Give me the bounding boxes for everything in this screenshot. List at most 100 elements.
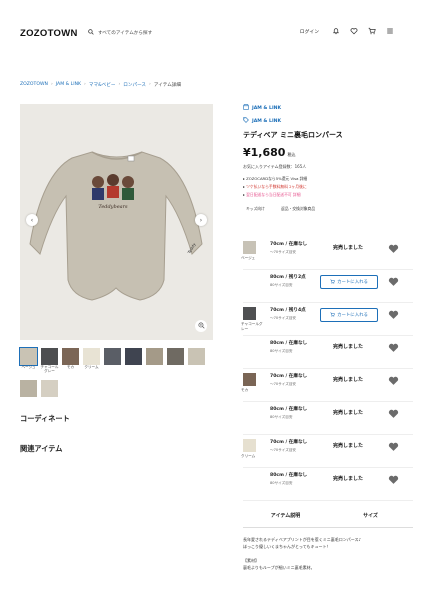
promo-tsukebarai[interactable]: ▸ ツケ払いなら手数料無料 2ヶ月後に xyxy=(243,183,413,191)
favorite-heart-icon[interactable] xyxy=(388,408,399,419)
tab-item-description[interactable]: アイテム説明 xyxy=(243,512,328,527)
header-actions: ログイン xyxy=(300,27,394,35)
tag-icon xyxy=(243,117,249,125)
tab-size[interactable]: サイズ xyxy=(328,512,413,527)
brand-link[interactable]: JAM & LINK xyxy=(243,104,413,112)
breadcrumb: ZOZOTOWN › JAM & LINK › ママ&ベビー › ロンパース › アイテ… xyxy=(20,82,181,88)
thumbnail[interactable] xyxy=(146,348,163,365)
cart-icon[interactable] xyxy=(368,27,376,35)
breadcrumb-item[interactable]: ZOZOTOWN xyxy=(20,82,48,88)
size-guide: 80サイズ目安 xyxy=(270,415,293,419)
chevron-left-icon: ‹ xyxy=(30,216,34,224)
item-description: 長年愛されるテディベアプリントが目を惹くミニ裏毛ロンパース♪ ほっこり優しいくま… xyxy=(243,536,413,571)
thumbnail[interactable]: ベージュ xyxy=(19,347,38,369)
bell-icon[interactable] xyxy=(332,27,340,35)
thumbnail[interactable]: クリーム xyxy=(83,348,100,369)
promo-zozocard[interactable]: ▸ ZOZOCARDなら5%還元 Visa 詳細 xyxy=(243,175,413,183)
add-to-cart-button[interactable]: カートに入れる xyxy=(320,275,378,289)
sku-row: クリーム 70cm / 在庫なし 〜70サイズ目安 完売しました xyxy=(241,435,413,468)
sku-color-group: チャコールグレー 70cm / 残り4点 〜70サイズ目安 カートに入れる 80cm /… xyxy=(241,303,413,369)
sku-color-group: ベージュ 70cm / 在庫なし 〜70サイズ目安 完売しました 80cm / 残り2点… xyxy=(241,237,413,303)
sold-out-label: 完売しました xyxy=(333,245,364,251)
favorite-heart-icon[interactable] xyxy=(388,375,399,386)
breadcrumb-current: アイテム詳細 xyxy=(153,83,181,88)
favorite-heart-icon[interactable] xyxy=(388,309,399,320)
next-image-button[interactable]: › xyxy=(195,214,207,226)
add-to-cart-label: カートに入れる xyxy=(337,313,368,318)
shop-icon xyxy=(243,104,249,112)
size-stock: 80cm / 在庫なし xyxy=(270,407,308,412)
thumbnail[interactable] xyxy=(20,380,37,397)
brand-name[interactable]: JAM & LINK xyxy=(252,106,281,111)
thumbnail-label: ベージュ xyxy=(21,365,36,369)
product-tags: キッズ向け 返品・交換対象商品 xyxy=(243,204,413,214)
favorite-heart-icon[interactable] xyxy=(388,441,399,452)
romper-illustration: Teddybears Teddy xyxy=(20,104,213,340)
size-guide: 80サイズ目安 xyxy=(270,349,293,353)
cart-icon xyxy=(330,279,335,286)
size-stock: 70cm / 在庫なし xyxy=(270,242,308,247)
breadcrumb-item[interactable]: ママ&ベビー xyxy=(89,82,116,88)
heart-icon[interactable] xyxy=(350,27,358,35)
color-name: クリーム xyxy=(241,454,256,458)
promo-list: ▸ ZOZOCARDなら5%還元 Visa 詳細 ▸ ツケ払いなら手数料無料 2… xyxy=(243,175,413,199)
sku-row: 80cm / 在庫なし 80サイズ目安 完売しました xyxy=(243,402,413,435)
thumbnail[interactable] xyxy=(104,348,121,365)
brand-shop-link[interactable]: JAM & LINK xyxy=(243,117,413,125)
favorite-count: お気に入りアイテム登録数：165人 xyxy=(243,164,307,169)
favorite-heart-icon[interactable] xyxy=(388,243,399,254)
login-link[interactable]: ログイン xyxy=(300,28,319,35)
favorite-heart-icon[interactable] xyxy=(388,276,399,287)
color-swatch xyxy=(243,307,256,320)
add-to-cart-button[interactable]: カートに入れる xyxy=(320,308,378,322)
thumbnail-label: モカ xyxy=(66,365,75,369)
thumbnail[interactable]: モカ xyxy=(62,348,79,369)
thumbnail-label: クリーム xyxy=(84,365,99,369)
sku-color-group: クリーム 70cm / 在庫なし 〜70サイズ目安 完売しました 80cm / 在庫なし… xyxy=(241,435,413,501)
thumbnail[interactable] xyxy=(41,380,58,397)
breadcrumb-item[interactable]: ロンパース xyxy=(123,82,146,88)
thumbnail[interactable]: チャコールグレー xyxy=(41,348,58,373)
sku-color-group: モカ 70cm / 在庫なし 〜70サイズ目安 完売しました 80cm / 在庫なし 80… xyxy=(241,369,413,435)
size-guide: 〜70サイズ目安 xyxy=(270,382,297,386)
thumbnail[interactable] xyxy=(167,348,184,365)
sold-out-label: 完売しました xyxy=(333,476,364,482)
sold-out-label: 完売しました xyxy=(333,443,364,449)
sku-row: 80cm / 在庫なし 80サイズ目安 完売しました xyxy=(243,336,413,369)
product-title: テディベア ミニ裏毛ロンパース xyxy=(243,131,343,139)
sold-out-label: 完売しました xyxy=(333,410,364,416)
color-name: モカ xyxy=(241,388,249,392)
size-stock: 80cm / 在庫なし xyxy=(270,341,308,346)
color-name: チャコールグレー xyxy=(241,322,263,331)
favorite-heart-icon[interactable] xyxy=(388,474,399,485)
search-input[interactable]: すべてのアイテムから探す xyxy=(98,30,152,36)
size-guide: 〜70サイズ目安 xyxy=(270,316,297,320)
promo-delivery[interactable]: ▸ 翌日配送なら当日配送不可 詳細 xyxy=(243,191,413,199)
header: ZOZOTOWN すべてのアイテムから探す ログイン xyxy=(0,0,424,62)
brand-shop-name[interactable]: JAM & LINK xyxy=(252,119,281,124)
coordinate-heading: コーディネート xyxy=(20,414,70,423)
description-line: 【素材】 xyxy=(243,558,259,563)
size-guide: 〜70サイズ目安 xyxy=(270,250,297,254)
search-bar[interactable]: すべてのアイテムから探す xyxy=(88,28,152,38)
prev-image-button[interactable]: ‹ xyxy=(26,214,38,226)
size-stock: 70cm / 在庫なし xyxy=(270,374,308,379)
thumbnail[interactable] xyxy=(188,348,205,365)
zoom-button[interactable] xyxy=(195,320,207,332)
favorite-heart-icon[interactable] xyxy=(388,342,399,353)
sku-list: ベージュ 70cm / 在庫なし 〜70サイズ目安 完売しました 80cm / 残り2点… xyxy=(241,237,413,501)
zozotown-logo[interactable]: ZOZOTOWN xyxy=(20,28,78,39)
color-swatch xyxy=(243,373,256,386)
description-line: 裏毛よりもループが細いミニ裏毛素材。 xyxy=(243,565,315,570)
thumbnail[interactable] xyxy=(125,348,142,365)
tag-returnable: 返品・交換対象商品 xyxy=(280,206,316,211)
product-main-image[interactable]: Teddybears Teddy xyxy=(20,104,213,340)
thumbnail-label: チャコールグレー xyxy=(40,365,59,373)
sku-row: ベージュ 70cm / 在庫なし 〜70サイズ目安 完売しました xyxy=(241,237,413,270)
size-stock: 70cm / 残り4点 xyxy=(270,308,306,313)
search-icon xyxy=(88,29,94,37)
sold-out-label: 完売しました xyxy=(333,344,364,350)
breadcrumb-item[interactable]: JAM & LINK xyxy=(56,82,81,88)
menu-icon[interactable] xyxy=(386,27,394,35)
color-name: ベージュ xyxy=(241,256,256,260)
